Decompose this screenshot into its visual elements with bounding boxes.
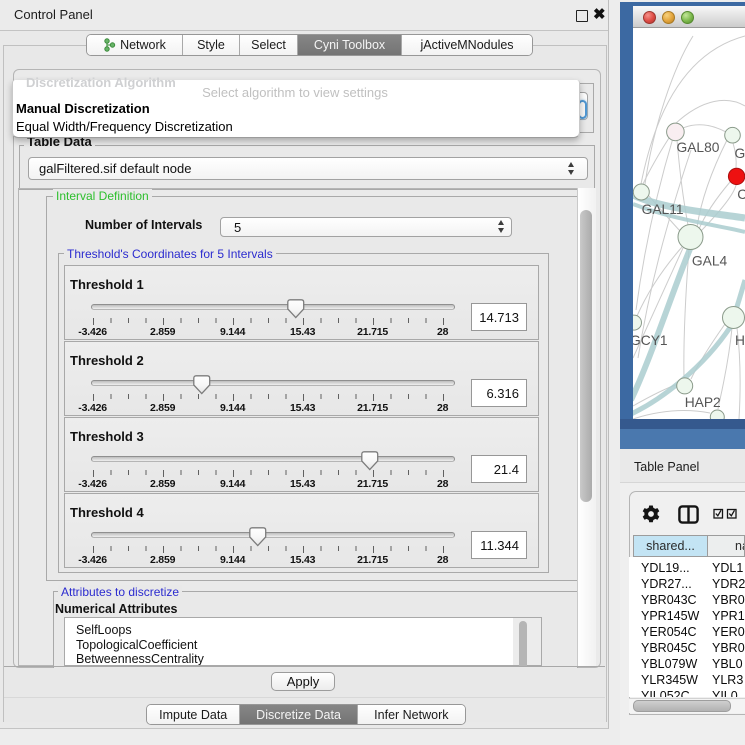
svg-text:C: C [737, 187, 745, 202]
svg-text:H: H [735, 333, 745, 348]
svg-text:GAL4: GAL4 [692, 254, 728, 269]
svg-text:GA: GA [735, 146, 745, 161]
svg-text:GAL11: GAL11 [642, 202, 684, 217]
svg-text:HAP2: HAP2 [685, 395, 721, 410]
svg-text:GCY1: GCY1 [633, 333, 668, 348]
svg-text:GAL80: GAL80 [677, 140, 720, 155]
